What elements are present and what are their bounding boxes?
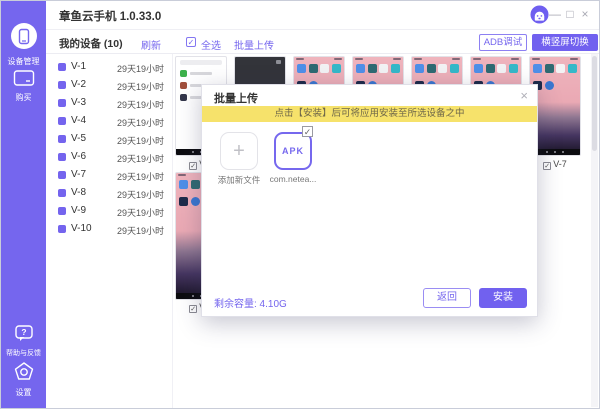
apk-file-tile[interactable]: APK bbox=[274, 132, 312, 170]
status-bar bbox=[532, 58, 578, 61]
sidebar-item-device-management[interactable]: 设备管理 bbox=[1, 21, 46, 67]
device-icon bbox=[58, 225, 66, 233]
scrollbar-thumb[interactable] bbox=[592, 56, 597, 151]
sidebar-item-settings[interactable]: 设置 bbox=[1, 361, 46, 398]
device-name: V-2 bbox=[71, 79, 86, 90]
list-item[interactable]: V-2 29天19小时 bbox=[46, 76, 172, 94]
device-remaining-time: 29天19小时 bbox=[117, 98, 164, 111]
device-checkbox[interactable]: ✓ bbox=[543, 162, 551, 170]
device-name: V-7 bbox=[71, 169, 86, 180]
list-item[interactable]: V-7 29天19小时 bbox=[46, 166, 172, 184]
settings-icon bbox=[13, 361, 35, 382]
batch-upload-modal: 批量上传 × 点击【安装】后可将应用安装至所选设备之中 + 添加新文件 APK … bbox=[201, 84, 538, 317]
list-item[interactable]: V-3 29天19小时 bbox=[46, 94, 172, 112]
list-item[interactable]: V-9 29天19小时 bbox=[46, 202, 172, 220]
modal-title: 批量上传 bbox=[214, 90, 258, 106]
app-window: 设备管理 购买 ? 帮助与反馈 设置 章鱼云手机 1.0. bbox=[0, 0, 600, 409]
sidebar-item-label: 购买 bbox=[1, 92, 46, 103]
status-bar bbox=[473, 58, 519, 61]
device-icon bbox=[58, 135, 66, 143]
app-icons-row bbox=[474, 64, 518, 73]
plus-icon: + bbox=[221, 141, 257, 161]
device-name: V-10 bbox=[71, 223, 92, 234]
vertical-scrollbar[interactable] bbox=[591, 54, 598, 407]
device-name: V-5 bbox=[71, 133, 86, 144]
add-file-label: 添加新文件 bbox=[210, 174, 268, 186]
device-remaining-time: 29天19小时 bbox=[117, 62, 164, 75]
minimize-button[interactable]: — bbox=[548, 7, 562, 21]
sidebar-item-help[interactable]: ? 帮助与反馈 bbox=[1, 324, 46, 358]
app-icons-row bbox=[415, 64, 459, 73]
device-icon bbox=[58, 99, 66, 107]
back-button[interactable]: 返回 bbox=[423, 288, 471, 308]
device-name: V-3 bbox=[71, 97, 86, 108]
sidebar: 设备管理 购买 ? 帮助与反馈 设置 bbox=[1, 1, 46, 408]
add-file-tile[interactable]: + bbox=[220, 132, 258, 170]
help-feedback-icon: ? bbox=[14, 324, 34, 343]
device-name: V-6 bbox=[71, 151, 86, 162]
modal-close-icon[interactable]: × bbox=[520, 88, 528, 103]
device-icon bbox=[58, 63, 66, 71]
titlebar: 章鱼云手机 1.0.33.0 — □ × bbox=[46, 1, 599, 29]
device-name: V-4 bbox=[71, 115, 86, 126]
adb-debug-button[interactable]: ADB调试 bbox=[479, 34, 527, 51]
sidebar-item-label: 设置 bbox=[1, 387, 46, 398]
device-remaining-time: 29天19小时 bbox=[117, 134, 164, 147]
sidebar-item-purchase[interactable]: 购买 bbox=[1, 69, 46, 103]
app-icons-row2 bbox=[179, 197, 200, 206]
select-all-label[interactable]: 全选 bbox=[201, 37, 221, 52]
list-item[interactable]: V-8 29天19小时 bbox=[46, 184, 172, 202]
app-title: 章鱼云手机 1.0.33.0 bbox=[59, 8, 161, 24]
sidebar-item-label: 设备管理 bbox=[1, 56, 46, 67]
maximize-button[interactable]: □ bbox=[563, 7, 577, 21]
status-bar bbox=[414, 58, 460, 61]
purchase-icon bbox=[13, 69, 35, 87]
device-checkbox[interactable]: ✓ bbox=[189, 305, 197, 313]
app-icons-row bbox=[356, 64, 400, 73]
customer-service-icon[interactable] bbox=[530, 5, 549, 24]
device-remaining-time: 29天19小时 bbox=[117, 224, 164, 237]
device-remaining-time: 29天19小时 bbox=[117, 188, 164, 201]
device-thumb-name: V-7 bbox=[553, 159, 567, 169]
list-item[interactable]: V-4 29天19小时 bbox=[46, 112, 172, 130]
sidebar-item-label: 帮助与反馈 bbox=[1, 348, 46, 358]
device-remaining-time: 29天19小时 bbox=[117, 116, 164, 129]
refresh-button[interactable]: 刷新 bbox=[141, 37, 161, 52]
install-button[interactable]: 安装 bbox=[479, 288, 527, 308]
batch-upload-button[interactable]: 批量上传 bbox=[234, 37, 274, 52]
remaining-capacity: 剩余容量: 4.10G bbox=[214, 295, 287, 310]
device-remaining-time: 29天19小时 bbox=[117, 80, 164, 93]
status-bar bbox=[355, 58, 401, 61]
device-icon bbox=[58, 207, 66, 215]
orientation-toggle-button[interactable]: 横竖屏切换 bbox=[532, 34, 598, 51]
close-button[interactable]: × bbox=[578, 7, 592, 21]
apk-file-label: com.netea... bbox=[264, 174, 322, 184]
device-remaining-time: 29天19小时 bbox=[117, 152, 164, 165]
device-remaining-time: 29天19小时 bbox=[117, 170, 164, 183]
device-icon bbox=[58, 81, 66, 89]
device-remaining-time: 29天19小时 bbox=[117, 206, 164, 219]
device-icon bbox=[58, 117, 66, 125]
app-icons-row bbox=[533, 64, 577, 73]
apk-checkbox[interactable]: ✓ bbox=[302, 126, 313, 137]
list-item[interactable]: V-5 29天19小时 bbox=[46, 130, 172, 148]
toolbar: 我的设备 (10) 刷新 ✓ 全选 批量上传 ADB调试 横竖屏切换 bbox=[46, 29, 599, 54]
svg-text:?: ? bbox=[21, 327, 26, 337]
select-all-checkbox[interactable]: ✓ bbox=[186, 37, 196, 47]
list-item[interactable]: V-6 29天19小时 bbox=[46, 148, 172, 166]
device-name: V-8 bbox=[71, 187, 86, 198]
device-list: V-1 29天19小时 V-2 29天19小时 V-3 29天19小时 V-4 … bbox=[46, 54, 173, 408]
device-icon bbox=[58, 189, 66, 197]
device-icon bbox=[58, 171, 66, 179]
device-name: V-9 bbox=[71, 205, 86, 216]
install-hint-banner: 点击【安装】后可将应用安装至所选设备之中 bbox=[202, 106, 537, 122]
list-item[interactable]: V-1 29天19小时 bbox=[46, 58, 172, 76]
cloud-phone-icon bbox=[9, 21, 39, 51]
device-icon bbox=[58, 153, 66, 161]
device-panel-title: 我的设备 (10) bbox=[59, 36, 123, 51]
list-item[interactable]: V-10 29天19小时 bbox=[46, 220, 172, 238]
device-name: V-1 bbox=[71, 61, 86, 72]
